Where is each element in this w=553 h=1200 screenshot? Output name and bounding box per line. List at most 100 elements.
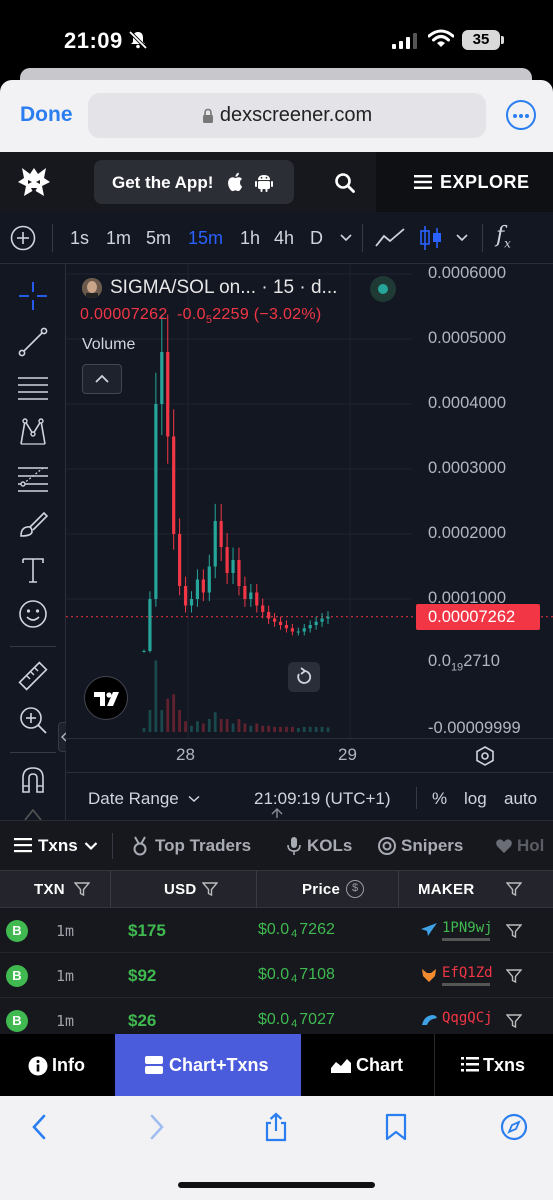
candle-body bbox=[272, 618, 277, 622]
filter-maker-icon[interactable] bbox=[506, 968, 522, 984]
volume-bar bbox=[231, 723, 235, 732]
reset-chart-button[interactable] bbox=[288, 662, 320, 692]
table-row[interactable]: B 1m $26 $0.0 4 7027 QqgQCj bbox=[0, 998, 553, 1034]
timeframe-chevron-down-icon[interactable] bbox=[340, 233, 352, 243]
currency-toggle-icon[interactable]: $ bbox=[346, 880, 364, 898]
hamburger-menu-icon bbox=[414, 175, 432, 189]
candle-body bbox=[314, 621, 318, 626]
timeframe-1m[interactable]: 1m bbox=[106, 228, 131, 249]
tab-snipers[interactable]: Snipers bbox=[401, 836, 463, 856]
date-range-chevron-down-icon[interactable] bbox=[188, 795, 200, 803]
tab-txns[interactable]: Txns bbox=[38, 836, 78, 856]
more-options-icon[interactable] bbox=[506, 100, 536, 130]
nav-txns[interactable]: Txns bbox=[435, 1034, 553, 1096]
date-range-button[interactable]: Date Range bbox=[88, 789, 179, 809]
candle-body bbox=[160, 352, 164, 405]
text-tool-icon[interactable] bbox=[17, 554, 49, 586]
header-usd[interactable]: USD bbox=[164, 881, 197, 898]
buy-badge: B bbox=[6, 965, 28, 987]
auto-scale-toggle[interactable]: auto bbox=[504, 789, 537, 809]
txn-usd: $26 bbox=[128, 1011, 157, 1030]
fib-retracement-icon[interactable] bbox=[17, 462, 49, 494]
url-bar[interactable]: dexscreener.com bbox=[88, 93, 486, 138]
pattern-tool-icon[interactable] bbox=[17, 416, 49, 448]
bookmarks-icon[interactable] bbox=[382, 1112, 410, 1142]
timeframe-1h[interactable]: 1h bbox=[240, 228, 260, 249]
timeframe-5m[interactable]: 5m bbox=[146, 228, 171, 249]
table-row[interactable]: B 1m $175 $0.0 4 7262 1PN9wj bbox=[0, 908, 553, 953]
timeframe-4h[interactable]: 4h bbox=[274, 228, 294, 249]
dexscreener-logo-icon[interactable] bbox=[14, 164, 54, 202]
nav-chart-txns[interactable]: Chart+Txns bbox=[115, 1034, 301, 1096]
nav-chart[interactable]: Chart bbox=[302, 1034, 434, 1096]
dolphin-icon bbox=[422, 1015, 437, 1025]
magnet-icon[interactable] bbox=[17, 764, 49, 796]
volume-bar bbox=[166, 698, 170, 732]
brush-icon[interactable] bbox=[17, 508, 49, 540]
legend-price: 0.00007262 bbox=[80, 306, 168, 323]
table-row[interactable]: B 1m $92 $0.0 4 7108 EfQ1Zd bbox=[0, 953, 553, 998]
maker-address[interactable]: EfQ1Zd bbox=[442, 965, 493, 981]
log-scale-toggle[interactable]: log bbox=[464, 789, 487, 809]
tab-holders[interactable]: Hol bbox=[517, 836, 544, 856]
usd-filter-icon[interactable] bbox=[202, 881, 218, 897]
done-button[interactable]: Done bbox=[20, 103, 73, 127]
chart-clock[interactable]: 21:09:19 (UTC+1) bbox=[254, 789, 391, 809]
compass-icon[interactable] bbox=[500, 1112, 528, 1142]
explore-menu-button[interactable]: EXPLORE bbox=[376, 152, 553, 212]
tab-top-traders[interactable]: Top Traders bbox=[155, 836, 251, 856]
forward-icon[interactable] bbox=[142, 1112, 170, 1142]
maker-address[interactable]: 1PN9wj bbox=[442, 920, 493, 936]
legend-change: -0.052259 (−3.02%) bbox=[177, 306, 322, 327]
percent-scale-toggle[interactable]: % bbox=[432, 789, 447, 809]
zoom-in-icon[interactable] bbox=[17, 704, 49, 736]
price-chart[interactable]: SIGMA/SOL on... · 15 · d... 0.00007262 -… bbox=[66, 264, 553, 738]
volume-bar bbox=[148, 710, 152, 732]
bird-icon bbox=[421, 923, 437, 936]
crosshair-icon[interactable] bbox=[17, 280, 49, 312]
tab-kols[interactable]: KOLs bbox=[307, 836, 352, 856]
trend-line-icon[interactable] bbox=[17, 326, 49, 358]
txns-chevron-down-icon[interactable] bbox=[84, 841, 98, 851]
more-tools-icon[interactable] bbox=[17, 806, 49, 820]
header-txn[interactable]: TXN bbox=[34, 881, 65, 898]
pair-title[interactable]: SIGMA/SOL on... · 15 · d... bbox=[110, 277, 337, 299]
txn-filter-icon[interactable] bbox=[74, 881, 90, 897]
home-indicator bbox=[178, 1182, 375, 1188]
volume-bar bbox=[326, 727, 330, 732]
add-symbol-icon[interactable] bbox=[10, 225, 36, 251]
share-icon[interactable] bbox=[262, 1112, 290, 1142]
indicators-fx-icon[interactable]: fx bbox=[496, 223, 511, 250]
txns-table-header: TXN USD Price $ MAKER bbox=[0, 870, 553, 909]
back-icon[interactable] bbox=[26, 1112, 54, 1142]
chart-type-chevron-down-icon[interactable] bbox=[456, 233, 468, 243]
data-tabs: Txns Top Traders KOLs Snipers Hol bbox=[0, 820, 553, 870]
volume-bar bbox=[249, 725, 253, 732]
maker-filter-icon[interactable] bbox=[506, 881, 522, 897]
chart-settings-icon[interactable] bbox=[474, 745, 496, 767]
tradingview-logo-icon[interactable] bbox=[84, 676, 128, 720]
time-axis-label: 28 bbox=[176, 745, 195, 764]
line-chart-icon[interactable] bbox=[374, 226, 406, 250]
emoji-icon[interactable] bbox=[17, 598, 49, 630]
filter-maker-icon[interactable] bbox=[506, 923, 522, 939]
header-maker[interactable]: MAKER bbox=[418, 881, 475, 898]
candle-body bbox=[207, 566, 211, 593]
volume-bar bbox=[160, 710, 164, 732]
candlestick-chart-icon[interactable] bbox=[418, 224, 444, 252]
header-price[interactable]: Price bbox=[302, 881, 340, 898]
timeframe-15m[interactable]: 15m bbox=[188, 228, 223, 249]
candle-body bbox=[189, 599, 194, 606]
filter-maker-icon[interactable] bbox=[506, 1013, 522, 1029]
search-icon[interactable] bbox=[334, 172, 356, 194]
get-the-app-button[interactable]: Get the App! bbox=[94, 160, 294, 204]
timeframe-1s[interactable]: 1s bbox=[70, 228, 89, 249]
nav-info[interactable]: Info bbox=[0, 1034, 114, 1096]
candle-body bbox=[261, 605, 265, 613]
collapse-legend-button[interactable] bbox=[82, 364, 122, 394]
txn-price: $0.0 4 7262 bbox=[258, 921, 335, 940]
horizontal-lines-icon[interactable] bbox=[17, 372, 49, 404]
ruler-icon[interactable] bbox=[17, 660, 49, 692]
maker-address[interactable]: QqgQCj bbox=[442, 1010, 493, 1026]
timeframe-d[interactable]: D bbox=[310, 228, 323, 249]
